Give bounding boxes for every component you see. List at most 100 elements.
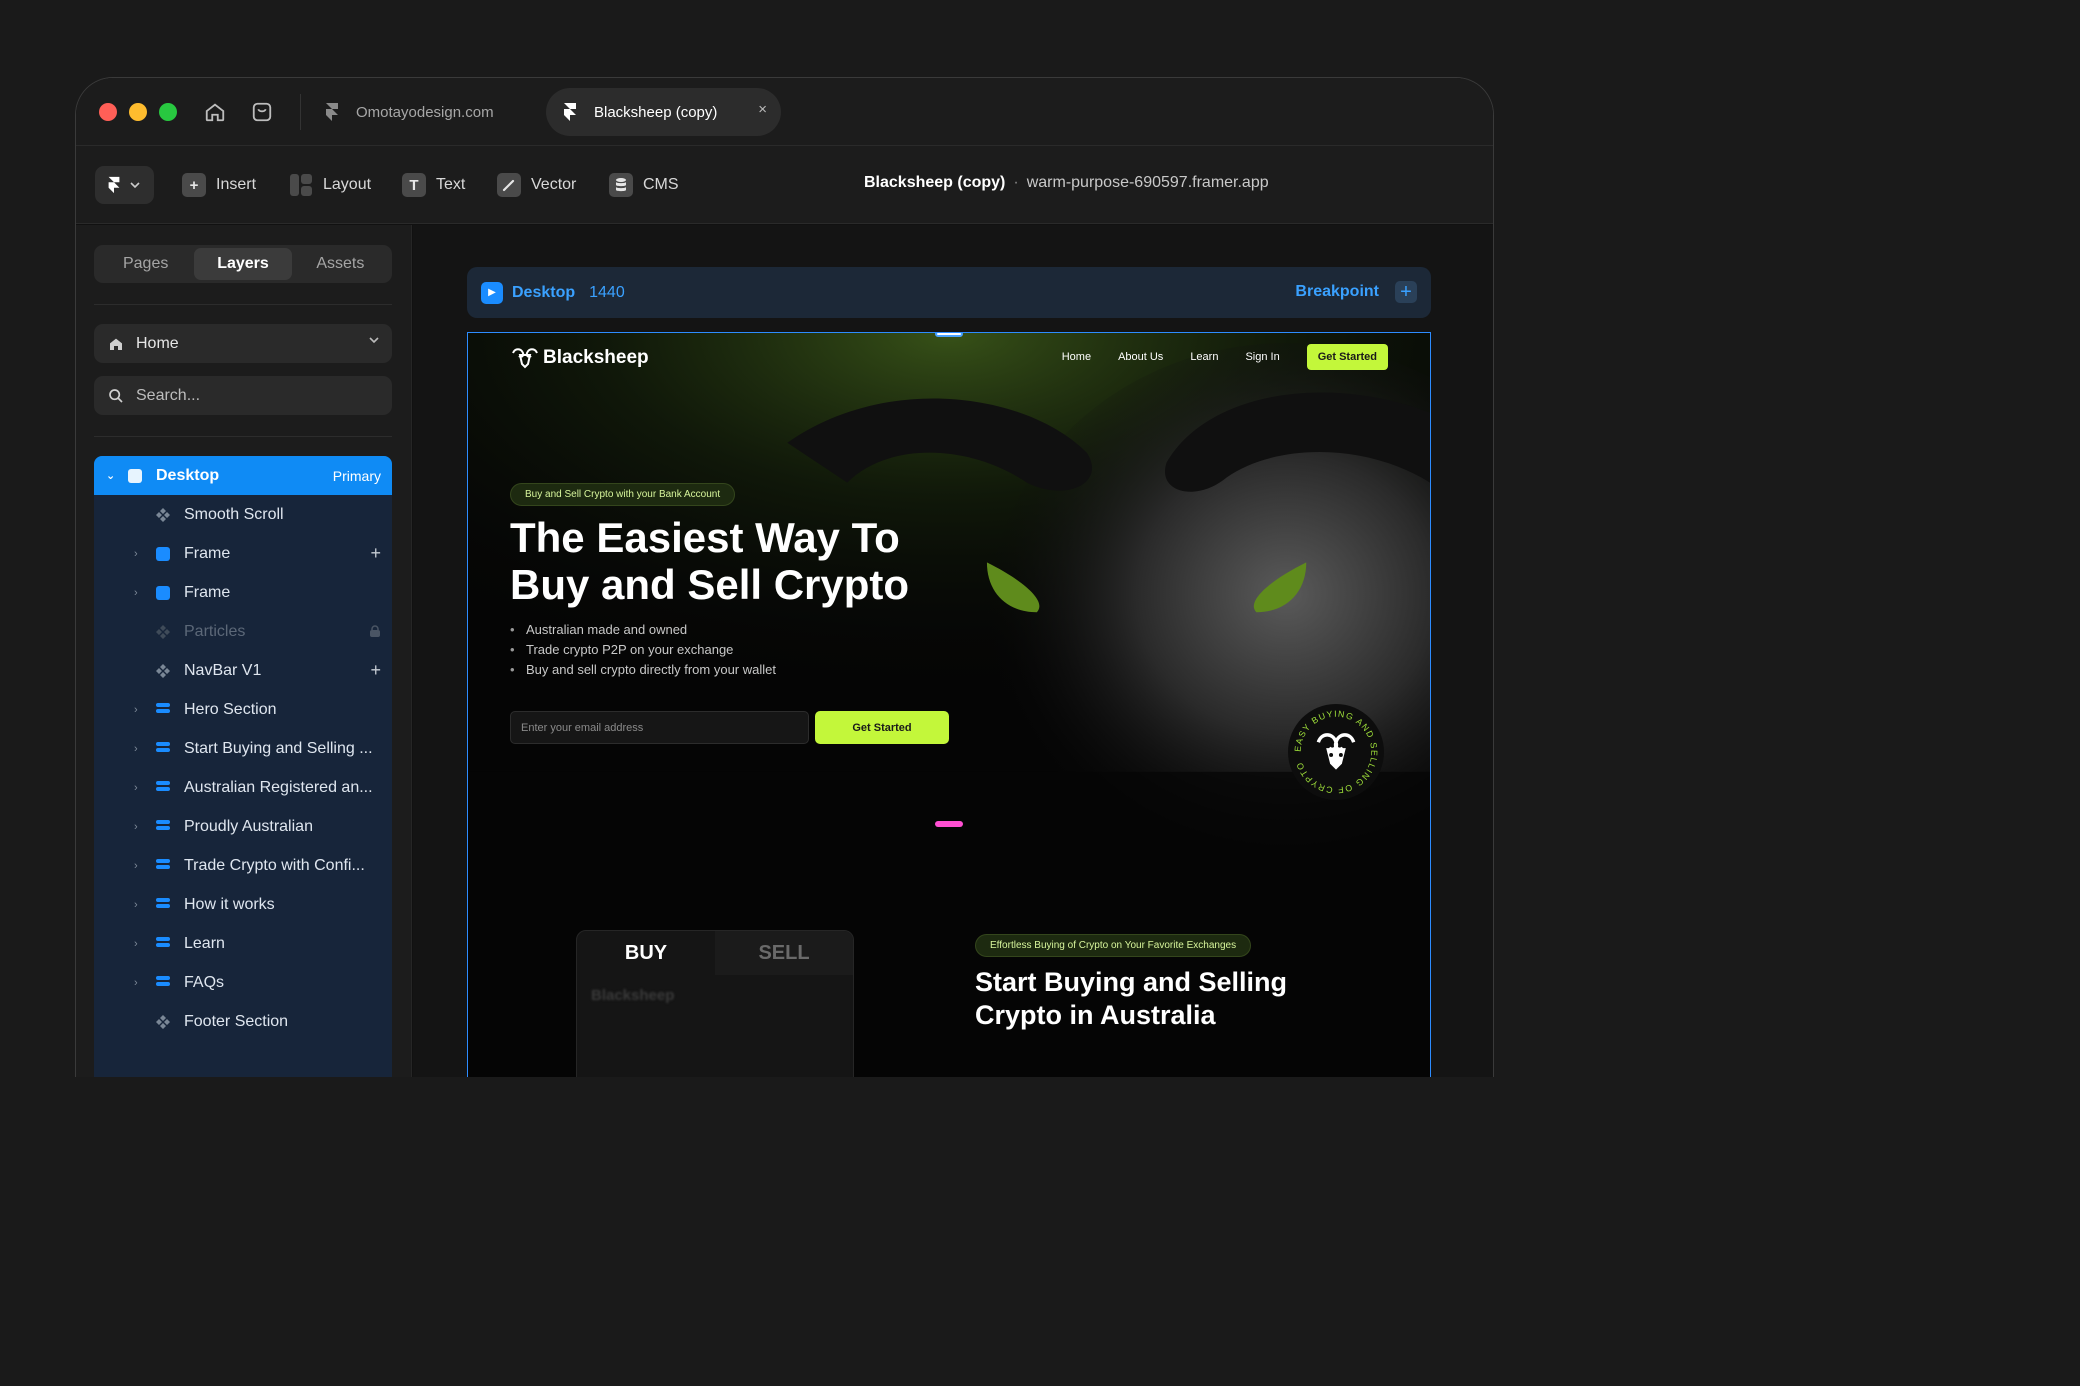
resize-handle-top[interactable]	[935, 333, 963, 337]
layer-frame[interactable]: › Frame	[94, 573, 392, 612]
chevron-right-icon[interactable]: ›	[134, 821, 138, 833]
layer-trade-crypto[interactable]: › Trade Crypto with Confi...	[94, 846, 392, 885]
section-title-line: Crypto in Australia	[975, 1000, 1216, 1030]
layer-faqs[interactable]: › FAQs	[94, 963, 392, 1002]
layout-icon	[289, 173, 313, 197]
left-panel: Pages Layers Assets Home Search... ⌄ Des…	[76, 225, 412, 1077]
close-window-button[interactable]	[99, 103, 117, 121]
layer-desktop[interactable]: ⌄ Desktop Primary	[94, 456, 392, 495]
nav-get-started-button[interactable]: Get Started	[1306, 344, 1388, 370]
trade-widget[interactable]: BUY SELL Blacksheep	[576, 930, 854, 1077]
layer-name: Smooth Scroll	[184, 505, 284, 523]
chevron-right-icon[interactable]: ›	[134, 704, 138, 716]
home-icon[interactable]	[202, 99, 228, 125]
layer-name: Hero Section	[184, 700, 277, 718]
tab-label: Blacksheep (copy)	[594, 103, 718, 121]
layer-name: Desktop	[156, 466, 220, 484]
project-title[interactable]: Blacksheep (copy) · warm-purpose-690597.fr…	[864, 174, 1269, 192]
padding-handle[interactable]	[935, 821, 963, 827]
add-icon[interactable]: +	[370, 543, 381, 564]
layer-name: Trade Crypto with Confi...	[184, 856, 365, 874]
layer-hero-section[interactable]: › Hero Section	[94, 690, 392, 729]
hero-title-line: Buy and Sell Crypto	[510, 561, 910, 608]
layer-smooth-scroll[interactable]: Smooth Scroll	[94, 495, 392, 534]
layer-name: Start Buying and Selling ...	[184, 739, 373, 757]
layer-start-buying[interactable]: › Start Buying and Selling ...	[94, 729, 392, 768]
vector-button[interactable]: Vector	[497, 172, 576, 198]
cms-button[interactable]: CMS	[609, 172, 679, 198]
layer-name: How it works	[184, 895, 275, 913]
project-url: warm-purpose-690597.framer.app	[1026, 174, 1269, 191]
tab-layers[interactable]: Layers	[194, 248, 292, 280]
layer-name: FAQs	[184, 973, 225, 991]
blacksheep-logo[interactable]: Blacksheep	[510, 347, 649, 369]
nav-home[interactable]: Home	[1062, 351, 1091, 363]
tab-assets[interactable]: Assets	[292, 248, 389, 280]
section-title-line: Start Buying and Selling	[975, 967, 1288, 997]
email-input[interactable]: Enter your email address	[510, 711, 809, 744]
maximize-window-button[interactable]	[159, 103, 177, 121]
toolbar: + Insert Layout T Text Vector CMS Blacks…	[76, 145, 1493, 224]
layer-particles[interactable]: Particles	[94, 612, 392, 651]
layer-name: Learn	[184, 934, 225, 952]
minimize-window-button[interactable]	[129, 103, 147, 121]
layer-name: Proudly Australian	[184, 817, 313, 835]
layer-proudly-australian[interactable]: › Proudly Australian	[94, 807, 392, 846]
chevron-right-icon[interactable]: ›	[134, 782, 138, 794]
close-tab-icon[interactable]: ×	[758, 101, 767, 118]
chevron-right-icon[interactable]: ›	[134, 860, 138, 872]
trade-brand: Blacksheep	[591, 987, 675, 1004]
insert-button[interactable]: + Insert	[182, 172, 256, 198]
chevron-right-icon[interactable]: ›	[134, 587, 138, 599]
nav-about-us[interactable]: About Us	[1118, 351, 1163, 363]
buy-tab[interactable]: BUY	[577, 931, 715, 975]
text-button[interactable]: T Text	[402, 172, 465, 198]
page-select-value: Home	[136, 334, 179, 352]
layer-frame[interactable]: › Frame +	[94, 534, 392, 573]
layer-how-it-works[interactable]: › How it works	[94, 885, 392, 924]
chevron-right-icon[interactable]: ›	[134, 977, 138, 989]
component-icon	[156, 663, 170, 678]
layer-name: Frame	[184, 583, 231, 601]
text-icon: T	[402, 173, 426, 197]
chevron-right-icon[interactable]: ›	[134, 548, 138, 560]
layer-name: Frame	[184, 544, 231, 562]
rotating-badge: EASY BUYING AND SELLING OF CRYPTO	[1287, 703, 1385, 801]
play-icon[interactable]: ▶	[481, 281, 503, 304]
pen-icon	[497, 173, 521, 197]
page-select[interactable]: Home	[94, 324, 392, 363]
plus-icon[interactable]: +	[1395, 281, 1417, 303]
layer-learn[interactable]: › Learn	[94, 924, 392, 963]
chevron-down-icon[interactable]: ⌄	[106, 469, 115, 482]
inbox-icon[interactable]	[249, 99, 275, 125]
chevron-right-icon[interactable]: ›	[134, 743, 138, 755]
breakpoint-bar[interactable]: ▶ Desktop 1440 Breakpoint +	[467, 267, 1431, 318]
layer-footer-section[interactable]: Footer Section	[94, 1002, 392, 1041]
layer-tree: ⌄ Desktop Primary Smooth Scroll › Frame …	[94, 456, 392, 1077]
add-breakpoint[interactable]: Breakpoint +	[1295, 281, 1417, 303]
layer-navbar-v1[interactable]: NavBar V1 +	[94, 651, 392, 690]
canvas[interactable]: ▶ Desktop 1440 Breakpoint + Blacksheep H…	[413, 225, 1493, 1077]
sell-tab[interactable]: SELL	[715, 931, 853, 975]
hero-get-started-button[interactable]: Get Started	[815, 711, 949, 744]
stack-layer-icon	[156, 975, 170, 990]
breakpoint-label: Breakpoint	[1295, 283, 1379, 300]
layer-australian-registered[interactable]: › Australian Registered an...	[94, 768, 392, 807]
layer-search-input[interactable]: Search...	[94, 376, 392, 415]
chevron-right-icon[interactable]: ›	[134, 938, 138, 950]
chevron-right-icon[interactable]: ›	[134, 899, 138, 911]
desktop-frame[interactable]: Blacksheep Home About Us Learn Sign In G…	[467, 332, 1431, 1077]
nav-learn[interactable]: Learn	[1190, 351, 1218, 363]
layout-button[interactable]: Layout	[289, 172, 371, 198]
add-icon[interactable]: +	[370, 660, 381, 681]
tab-blacksheep-copy[interactable]: Blacksheep (copy) ×	[546, 88, 781, 136]
primary-badge: Primary	[332, 467, 381, 484]
site-nav: Home About Us Learn Sign In Get Started	[1062, 344, 1388, 370]
framer-menu-button[interactable]	[95, 166, 154, 204]
breakpoint-name[interactable]: Desktop	[512, 284, 575, 302]
tab-omotayodesign[interactable]: Omotayodesign.com	[316, 88, 494, 136]
nav-sign-in[interactable]: Sign In	[1245, 351, 1279, 363]
tab-pages[interactable]: Pages	[97, 248, 194, 280]
search-icon	[109, 388, 123, 403]
lock-icon[interactable]	[369, 621, 381, 642]
